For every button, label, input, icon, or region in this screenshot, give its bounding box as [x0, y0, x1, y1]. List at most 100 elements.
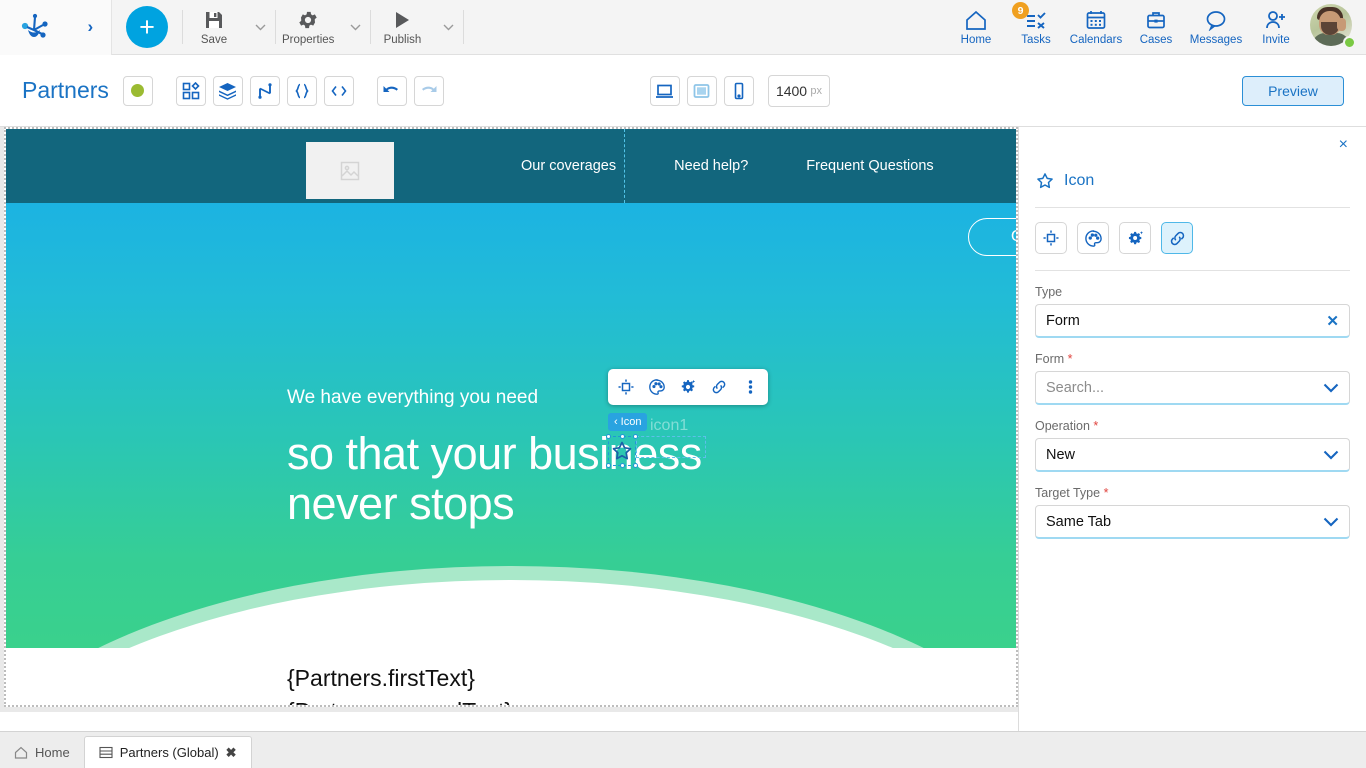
settings-button[interactable]	[674, 373, 702, 401]
field-operation-control[interactable]: New	[1035, 438, 1350, 472]
nav-invite-label: Invite	[1262, 34, 1290, 46]
link-button[interactable]	[705, 373, 733, 401]
flow-button[interactable]	[249, 75, 280, 106]
layers-button[interactable]	[212, 75, 243, 106]
field-target-type-control[interactable]: Same Tab	[1035, 505, 1350, 539]
home-outline-icon	[14, 746, 28, 759]
nav-home[interactable]: Home	[946, 2, 1006, 52]
canvas-area[interactable]: Our coverages Need help? Frequent Questi…	[0, 127, 1018, 712]
layers-icon	[218, 82, 237, 100]
bottom-tab-bar: Home Partners (Global) ✖	[0, 731, 1366, 768]
save-button[interactable]: Save	[183, 2, 245, 52]
chevron-down-icon[interactable]	[1323, 450, 1339, 460]
device-preview-group: 1400 px	[649, 74, 830, 107]
publish-dropdown-icon[interactable]	[433, 2, 463, 52]
nav-link-coverages[interactable]: Our coverages	[521, 158, 616, 174]
redo-button[interactable]	[413, 75, 444, 106]
panel-header: Icon	[1035, 171, 1350, 191]
avatar[interactable]	[1310, 4, 1356, 50]
panel-tab-link[interactable]	[1161, 222, 1193, 254]
desktop-icon	[655, 83, 674, 99]
wave-decoration-white	[6, 580, 1016, 648]
nav-messages[interactable]: Messages	[1186, 2, 1246, 52]
link-icon	[1170, 231, 1184, 245]
nav-home-label: Home	[960, 34, 992, 46]
page-title: Partners	[22, 77, 109, 103]
nav-invite[interactable]: Invite	[1246, 2, 1306, 52]
undo-button[interactable]	[376, 75, 407, 106]
components-button[interactable]	[175, 75, 206, 106]
nav-link-help[interactable]: Need help?	[674, 158, 748, 174]
hero-cta-button[interactable]: Q	[968, 218, 1016, 256]
more-vertical-icon	[748, 380, 752, 394]
tasks-badge: 9	[1012, 2, 1029, 19]
style-gear-icon	[681, 379, 696, 393]
home-icon	[964, 8, 988, 32]
code-button[interactable]	[323, 75, 354, 106]
image-icon	[340, 161, 360, 180]
tablet-preview-button[interactable]	[686, 75, 717, 106]
field-form-control[interactable]: Search...	[1035, 371, 1350, 405]
style-button[interactable]	[643, 373, 671, 401]
logo-zone: ›	[0, 0, 112, 55]
properties-button[interactable]: Properties	[276, 2, 340, 52]
panel-close-button[interactable]: ×	[1339, 137, 1348, 153]
expand-sidebar-icon[interactable]: ›	[87, 17, 93, 37]
resize-handle-se[interactable]	[633, 463, 638, 468]
mobile-preview-button[interactable]	[723, 75, 754, 106]
hero-title-line2: never stops	[287, 477, 515, 529]
nav-cases[interactable]: Cases	[1126, 2, 1186, 52]
canvas-width-input[interactable]: 1400 px	[767, 74, 830, 107]
site-nav: Our coverages Need help? Frequent Questi…	[521, 129, 934, 203]
panel-tab-position[interactable]	[1035, 222, 1067, 254]
field-type-control[interactable]: Form ✕	[1035, 304, 1350, 338]
save-dropdown-icon[interactable]	[245, 2, 275, 52]
panel-tabs	[1035, 222, 1350, 254]
close-icon[interactable]: ✖	[226, 745, 237, 761]
briefcase-icon	[1145, 8, 1167, 32]
canvas-width-unit: px	[810, 84, 822, 97]
panel-tab-style[interactable]	[1077, 222, 1109, 254]
resize-handle-sw[interactable]	[606, 463, 611, 468]
field-form-label-text: Form	[1035, 352, 1065, 366]
components-icon	[182, 81, 200, 100]
publish-button[interactable]: Publish	[371, 2, 433, 52]
code-icon	[330, 82, 348, 100]
bottom-tab-partners[interactable]: Partners (Global) ✖	[83, 736, 252, 768]
selection-badge[interactable]: ‹ Icon	[608, 413, 648, 431]
chevron-down-icon[interactable]	[1323, 517, 1339, 527]
field-target-type: Target Type * Same Tab	[1035, 486, 1350, 539]
resize-handle-s[interactable]	[620, 463, 625, 468]
bottom-tab-home[interactable]: Home	[0, 737, 84, 768]
field-type-value: Form	[1046, 312, 1080, 329]
selection-dashed-region	[636, 436, 706, 458]
nav-link-faq[interactable]: Frequent Questions	[806, 158, 933, 174]
panel-title: Icon	[1064, 172, 1095, 189]
canvas-width-value: 1400	[775, 82, 808, 99]
chevron-down-icon[interactable]	[1323, 383, 1339, 393]
content-section: {Partners.firstText} {Partners.secondTex…	[6, 648, 1016, 705]
desktop-preview-button[interactable]	[649, 75, 680, 106]
app-logo[interactable]	[18, 10, 52, 44]
properties-dropdown-icon[interactable]	[340, 2, 370, 52]
appbar-nav: Home 9 Tasks Calendars Cases Messages In…	[946, 0, 1366, 55]
redo-icon	[419, 83, 438, 99]
move-button[interactable]	[612, 373, 640, 401]
status-dot-icon	[131, 84, 145, 97]
clear-icon[interactable]: ✕	[1326, 312, 1339, 330]
nav-tasks[interactable]: 9 Tasks	[1006, 2, 1066, 52]
selected-star-element[interactable]	[610, 439, 634, 463]
add-button[interactable]: +	[126, 6, 168, 48]
panel-tab-settings[interactable]	[1119, 222, 1151, 254]
preview-button[interactable]: Preview	[1241, 75, 1344, 106]
canvas-page: Our coverages Need help? Frequent Questi…	[4, 127, 1018, 707]
page-status-indicator[interactable]	[122, 75, 153, 106]
braces-button[interactable]	[286, 75, 317, 106]
panel-divider	[1035, 270, 1350, 271]
logo-image-placeholder[interactable]	[306, 142, 394, 199]
required-marker: *	[1089, 419, 1099, 433]
more-options-button[interactable]	[736, 373, 764, 401]
bottom-tab-home-label: Home	[35, 745, 70, 760]
nav-calendars[interactable]: Calendars	[1066, 2, 1126, 52]
field-operation-label-text: Operation	[1035, 419, 1090, 433]
